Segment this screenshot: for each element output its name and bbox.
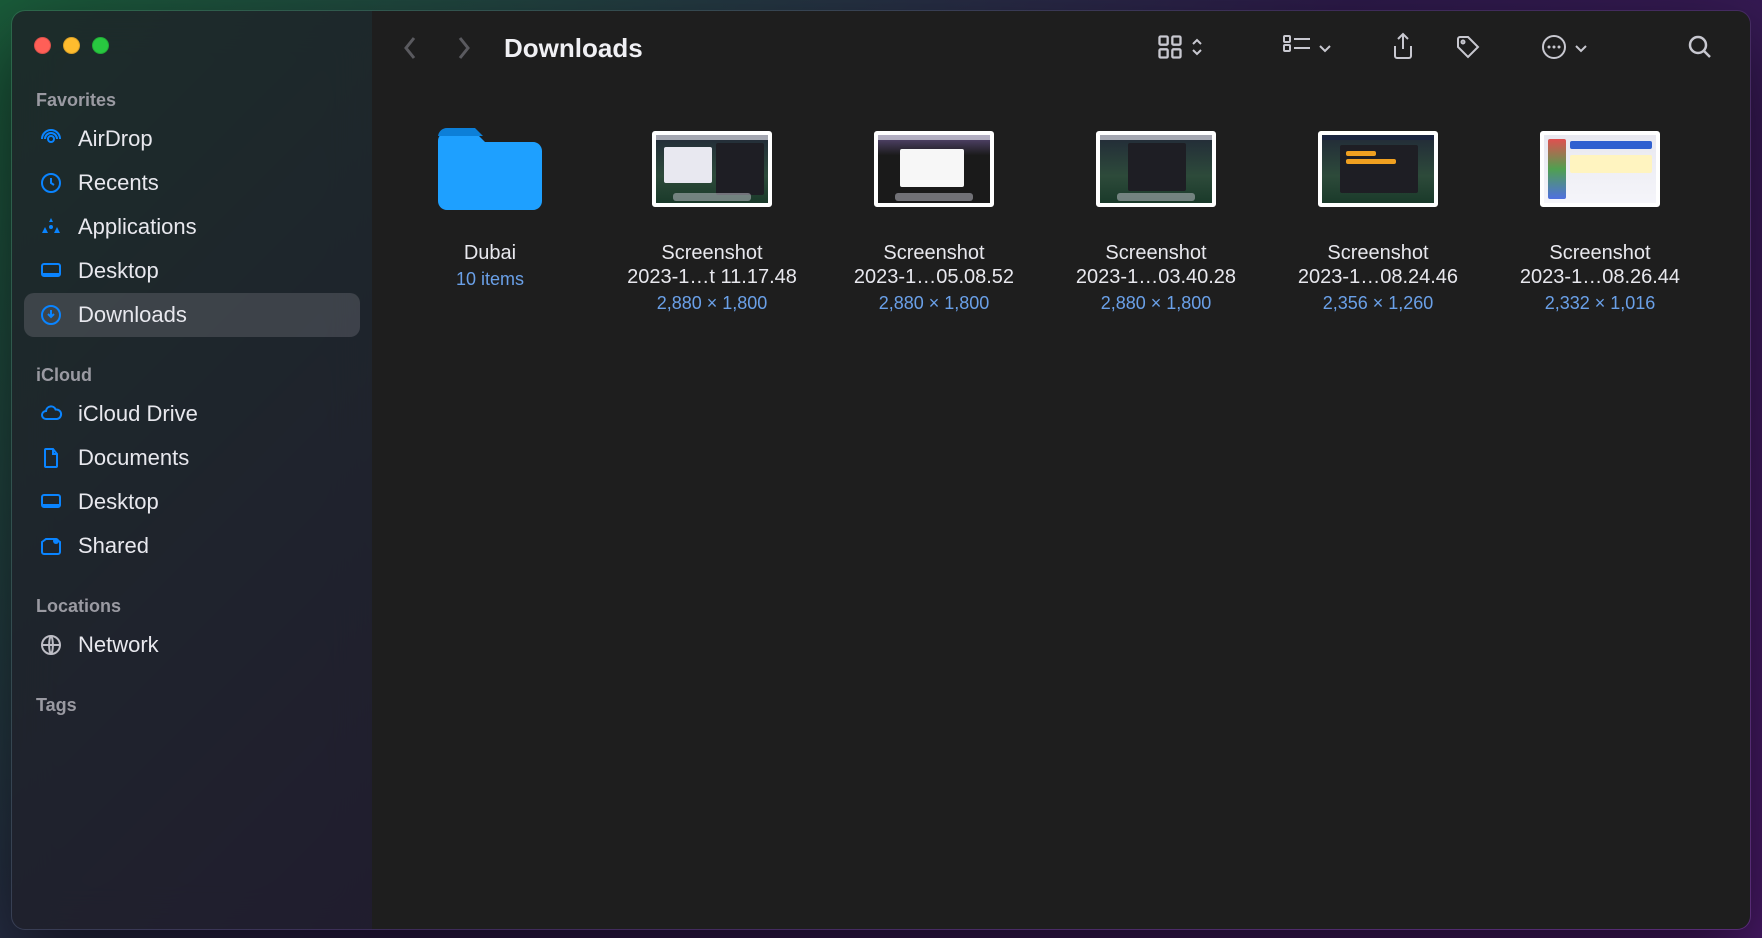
sidebar-item-label: AirDrop (78, 126, 153, 152)
screenshot-thumbnail (1540, 109, 1660, 229)
sidebar-item-desktop[interactable]: Desktop (24, 249, 360, 293)
desktop-icon (38, 489, 64, 515)
file-meta: 2,880 × 1,800 (1101, 293, 1212, 314)
file-name-line2: 2023-1…05.08.52 (834, 265, 1034, 289)
document-icon (38, 445, 64, 471)
downloads-icon (38, 302, 64, 328)
sidebar-item-label: Shared (78, 533, 149, 559)
sidebar-item-network[interactable]: Network (24, 623, 360, 667)
sidebar-item-airdrop[interactable]: AirDrop (24, 117, 360, 161)
network-icon (38, 632, 64, 658)
sidebar-section-favorites: Favorites (24, 80, 360, 117)
file-item-screenshot[interactable]: Screenshot 2023-1…08.26.44 2,332 × 1,016 (1500, 109, 1700, 314)
ellipsis-circle-icon (1540, 33, 1568, 64)
file-item-screenshot[interactable]: Screenshot 2023-1…t 11.17.48 2,880 × 1,8… (612, 109, 812, 314)
window-title: Downloads (504, 33, 643, 64)
sidebar-item-label: Network (78, 632, 159, 658)
sidebar-item-label: Recents (78, 170, 159, 196)
content-area: Downloads (372, 11, 1750, 929)
clock-icon (38, 170, 64, 196)
share-icon (1390, 32, 1416, 65)
chevron-updown-icon (1190, 37, 1204, 60)
sidebar-item-recents[interactable]: Recents (24, 161, 360, 205)
sidebar-section-icloud: iCloud (24, 355, 360, 392)
view-mode-button[interactable] (1144, 26, 1216, 70)
window-controls (24, 29, 360, 80)
desktop-icon (38, 258, 64, 284)
screenshot-thumbnail (1096, 109, 1216, 229)
sidebar-section-tags: Tags (24, 685, 360, 722)
back-button[interactable] (390, 28, 430, 68)
file-name: Screenshot (1056, 241, 1256, 265)
sidebar-section-locations: Locations (24, 586, 360, 623)
sidebar-item-icloud-desktop[interactable]: Desktop (24, 480, 360, 524)
airdrop-icon (38, 126, 64, 152)
file-name: Screenshot (1500, 241, 1700, 265)
chevron-down-icon (1318, 41, 1332, 56)
file-name-line2: 2023-1…t 11.17.48 (612, 265, 812, 289)
file-name-line2: 2023-1…03.40.28 (1056, 265, 1256, 289)
file-meta: 10 items (456, 269, 524, 290)
sidebar-item-label: Applications (78, 214, 197, 240)
file-meta: 2,880 × 1,800 (879, 293, 990, 314)
file-meta: 2,332 × 1,016 (1545, 293, 1656, 314)
file-item-screenshot[interactable]: Screenshot 2023-1…03.40.28 2,880 × 1,800 (1056, 109, 1256, 314)
screenshot-thumbnail (874, 109, 994, 229)
sidebar-item-label: Desktop (78, 258, 159, 284)
sidebar: Favorites AirDrop Recents Applications D… (12, 11, 372, 929)
sidebar-item-label: Desktop (78, 489, 159, 515)
shared-icon (38, 533, 64, 559)
sidebar-item-documents[interactable]: Documents (24, 436, 360, 480)
sidebar-item-label: Documents (78, 445, 189, 471)
file-name: Screenshot (834, 241, 1034, 265)
apps-icon (38, 214, 64, 240)
file-name: Screenshot (1278, 241, 1478, 265)
tags-button[interactable] (1442, 26, 1494, 70)
folder-icon (430, 109, 550, 229)
screenshot-thumbnail (1318, 109, 1438, 229)
file-meta: 2,880 × 1,800 (657, 293, 768, 314)
share-button[interactable] (1378, 26, 1428, 70)
file-name: Dubai (390, 241, 590, 265)
search-icon (1686, 33, 1714, 64)
tag-icon (1454, 33, 1482, 64)
file-meta: 2,356 × 1,260 (1323, 293, 1434, 314)
sidebar-item-shared[interactable]: Shared (24, 524, 360, 568)
sidebar-item-iclouddrive[interactable]: iCloud Drive (24, 392, 360, 436)
search-button[interactable] (1674, 26, 1726, 70)
forward-button[interactable] (444, 28, 484, 68)
file-item-folder[interactable]: Dubai 10 items (390, 109, 590, 314)
group-button[interactable] (1270, 26, 1344, 70)
file-item-screenshot[interactable]: Screenshot 2023-1…08.24.46 2,356 × 1,260 (1278, 109, 1478, 314)
file-grid: Dubai 10 items Screenshot 2023-1…t 11.17… (372, 85, 1750, 929)
group-icon (1282, 34, 1312, 63)
sidebar-item-label: iCloud Drive (78, 401, 198, 427)
close-button[interactable] (34, 37, 51, 54)
action-button[interactable] (1528, 26, 1600, 70)
file-item-screenshot[interactable]: Screenshot 2023-1…05.08.52 2,880 × 1,800 (834, 109, 1034, 314)
sidebar-item-applications[interactable]: Applications (24, 205, 360, 249)
sidebar-item-label: Downloads (78, 302, 187, 328)
cloud-icon (38, 401, 64, 427)
finder-window: Favorites AirDrop Recents Applications D… (11, 10, 1751, 930)
screenshot-thumbnail (652, 109, 772, 229)
file-name-line2: 2023-1…08.24.46 (1278, 265, 1478, 289)
toolbar: Downloads (372, 11, 1750, 85)
file-name-line2: 2023-1…08.26.44 (1500, 265, 1700, 289)
grid-icon (1156, 33, 1184, 64)
sidebar-item-downloads[interactable]: Downloads (24, 293, 360, 337)
chevron-down-icon (1574, 41, 1588, 56)
file-name: Screenshot (612, 241, 812, 265)
minimize-button[interactable] (63, 37, 80, 54)
fullscreen-button[interactable] (92, 37, 109, 54)
